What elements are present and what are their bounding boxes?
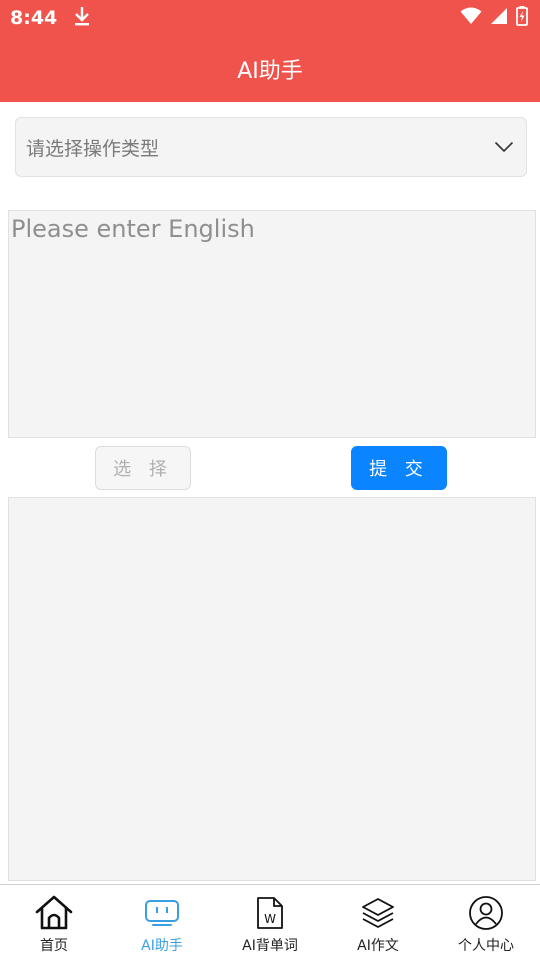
nav-item-ai-essay[interactable]: AI作文 [324,885,432,960]
svg-text:W: W [264,912,276,926]
status-right [460,6,528,30]
app-header: AI助手 [0,36,540,102]
submit-button[interactable]: 提 交 [351,446,447,490]
layers-icon [359,894,397,932]
chevron-down-icon [494,138,514,157]
nav-item-ai-vocabulary[interactable]: W AI背单词 [216,885,324,960]
result-output-area [8,497,536,881]
page-title: AI助手 [237,59,303,84]
english-input[interactable] [8,210,536,438]
submit-button-label: 提 交 [369,459,429,480]
operation-type-select[interactable]: 请选择操作类型 [15,117,527,177]
home-icon [35,894,73,932]
choose-button-label: 选 择 [113,459,173,480]
signal-icon [490,7,508,29]
nav-label-profile: 个人中心 [458,938,514,954]
nav-label-ai-assistant: AI助手 [141,938,183,954]
word-doc-icon: W [251,894,289,932]
status-left: 8:44 [10,5,91,31]
operation-type-placeholder: 请选择操作类型 [26,137,160,160]
nav-label-home: 首页 [40,938,68,954]
nav-item-home[interactable]: 首页 [0,885,108,960]
status-bar: 8:44 [0,0,540,36]
robot-icon [143,894,181,932]
wifi-icon [460,7,482,29]
nav-item-ai-assistant[interactable]: AI助手 [108,885,216,960]
nav-label-ai-vocabulary: AI背单词 [242,938,298,954]
nav-item-profile[interactable]: 个人中心 [432,885,540,960]
status-time: 8:44 [10,7,58,29]
user-icon [467,894,505,932]
battery-icon [516,6,528,30]
nav-label-ai-essay: AI作文 [357,938,399,954]
choose-button[interactable]: 选 择 [95,446,191,490]
download-icon [73,5,91,31]
bottom-nav: 首页 AI助手 W AI背单词 AI作文 个人中心 [0,884,540,960]
